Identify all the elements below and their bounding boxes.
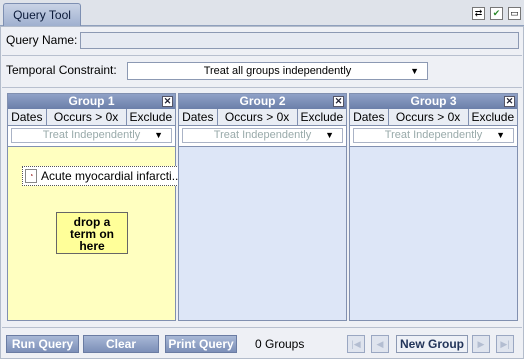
exclude-tab[interactable]: Exclude [469, 109, 517, 125]
group-3-title: Group 3 [350, 94, 517, 109]
query-name-input[interactable] [80, 32, 519, 49]
close-icon[interactable]: ✕ [504, 96, 515, 107]
print-query-button[interactable]: Print Query [165, 335, 237, 353]
restore-window-icon[interactable]: ▭ [508, 7, 521, 20]
temporal-constraint-value: Treat all groups independently [203, 65, 352, 77]
checkmark-icon[interactable]: ✔ [490, 7, 503, 20]
occurs-tab[interactable]: Occurs > 0x [389, 109, 469, 125]
group-2-panel: Group 2 ✕ Dates Occurs > 0x Exclude Trea… [178, 93, 347, 321]
occurs-tab[interactable]: Occurs > 0x [47, 109, 127, 125]
group-2-title: Group 2 [179, 94, 346, 109]
export-icon[interactable]: ⇄ [472, 7, 485, 20]
temporal-constraint-select[interactable]: Treat all groups independently ▼ [127, 62, 428, 80]
dates-tab[interactable]: Dates [350, 109, 389, 125]
group-2-tabs: Dates Occurs > 0x Exclude [179, 109, 346, 126]
group-2-timing-select[interactable]: Treat Independently ▼ [182, 128, 343, 143]
group-1-tabs: Dates Occurs > 0x Exclude [8, 109, 175, 126]
tab-query-tool[interactable]: Query Tool [3, 3, 81, 26]
group-1-panel: Group 1 ✕ Dates Occurs > 0x Exclude Trea… [7, 93, 185, 321]
term-label: Acute myocardial infarcti... [41, 169, 182, 183]
divider [2, 327, 522, 328]
dates-tab[interactable]: Dates [179, 109, 218, 125]
group-2-drop-zone[interactable] [179, 146, 346, 320]
dates-tab[interactable]: Dates [8, 109, 47, 125]
first-page-icon[interactable]: |◀ [347, 335, 365, 353]
exclude-tab[interactable]: Exclude [298, 109, 346, 125]
group-3-panel: Group 3 ✕ Dates Occurs > 0x Exclude Trea… [349, 93, 518, 321]
divider [2, 87, 522, 88]
chevron-down-icon: ▼ [496, 130, 505, 140]
last-page-icon[interactable]: ▶| [496, 335, 514, 353]
drop-hint: drop a term on here [56, 212, 128, 254]
next-page-icon[interactable]: ▶ [472, 335, 490, 353]
occurs-tab[interactable]: Occurs > 0x [218, 109, 298, 125]
temporal-constraint-label: Temporal Constraint: [6, 63, 117, 77]
group-1-drop-zone[interactable]: ◔ Acute myocardial infarcti... drop a te… [8, 146, 185, 320]
term-item[interactable]: ◔ Acute myocardial infarcti... [22, 166, 185, 186]
chevron-down-icon: ▼ [410, 66, 419, 76]
divider [2, 55, 522, 56]
group-1-title: Group 1 [8, 94, 175, 109]
group-1-timing-select[interactable]: Treat Independently ▼ [11, 128, 172, 143]
previous-page-icon[interactable]: ◀ [371, 335, 389, 353]
exclude-tab[interactable]: Exclude [127, 109, 175, 125]
group-3-drop-zone[interactable] [350, 146, 517, 320]
timing-value: Treat Independently [213, 129, 312, 141]
clear-button[interactable]: Clear [83, 335, 159, 353]
query-name-label: Query Name: [6, 33, 78, 47]
document-icon: ◔ [25, 169, 37, 183]
group-3-tabs: Dates Occurs > 0x Exclude [350, 109, 517, 126]
timing-value: Treat Independently [384, 129, 483, 141]
chevron-down-icon: ▼ [325, 130, 334, 140]
chevron-down-icon: ▼ [154, 130, 163, 140]
group-3-timing-select[interactable]: Treat Independently ▼ [353, 128, 514, 143]
close-icon[interactable]: ✕ [333, 96, 344, 107]
groups-count: 0 Groups [255, 337, 305, 351]
run-query-button[interactable]: Run Query [6, 335, 79, 353]
close-icon[interactable]: ✕ [162, 96, 173, 107]
new-group-button[interactable]: New Group [396, 335, 468, 353]
timing-value: Treat Independently [42, 129, 141, 141]
